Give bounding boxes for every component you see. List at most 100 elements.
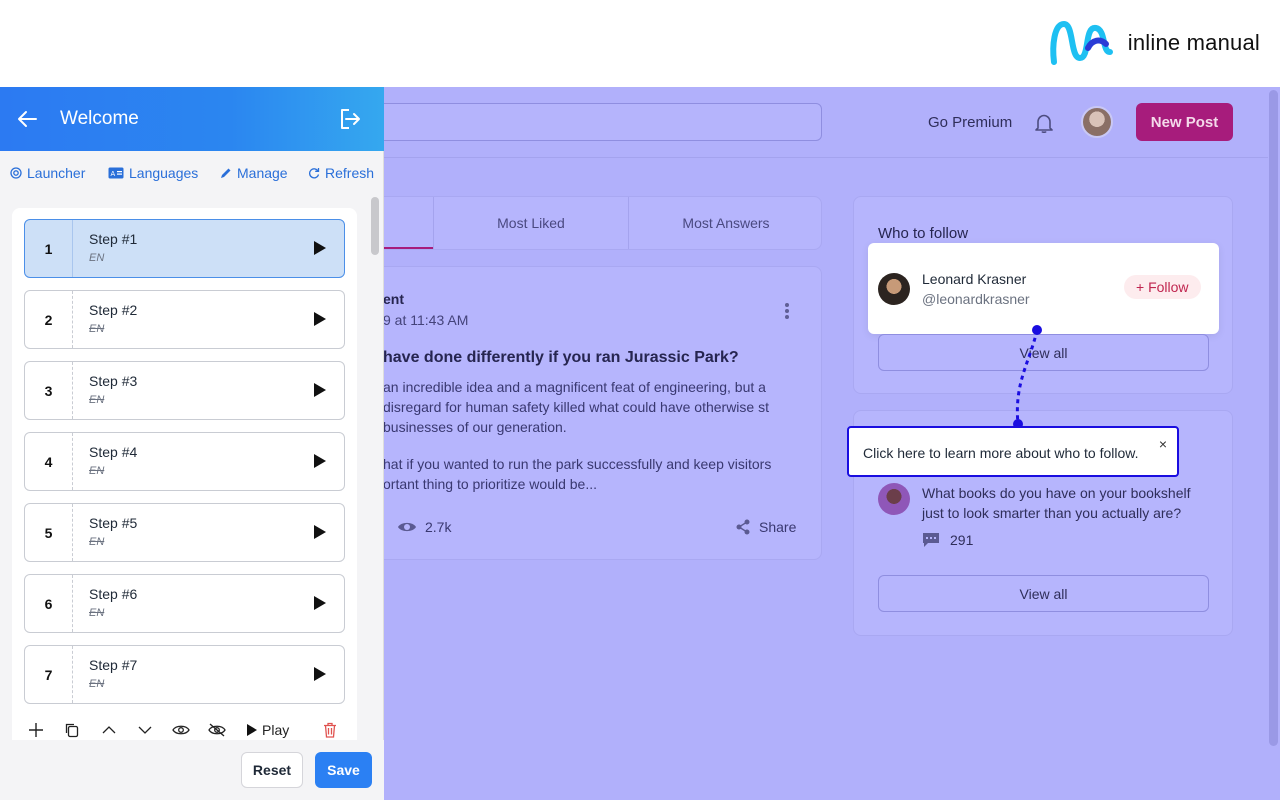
step-number: 6	[25, 575, 73, 632]
answers-value: 291	[950, 532, 974, 548]
eye-off-icon	[208, 723, 226, 737]
save-button[interactable]: Save	[315, 752, 372, 788]
step-item[interactable]: 5 Step #5 EN	[24, 503, 345, 562]
step-item[interactable]: 2 Step #2 EN	[24, 290, 345, 349]
share-label: Share	[759, 519, 797, 535]
steps-list: 1 Step #1 EN 2 Step #2 EN 3 Step #3 EN 4…	[12, 208, 357, 748]
more-options-icon[interactable]	[785, 303, 789, 321]
post-date: 9 at 11:43 AM	[383, 312, 469, 328]
bell-icon[interactable]	[1033, 112, 1055, 134]
step-item[interactable]: 4 Step #4 EN	[24, 432, 345, 491]
steps-scrollbar[interactable]	[371, 197, 379, 255]
play-step-button[interactable]	[312, 382, 328, 398]
follow-button[interactable]: + Follow	[1124, 275, 1201, 299]
play-icon	[314, 241, 326, 255]
tab-most-liked[interactable]: Most Liked	[433, 197, 628, 249]
play-step-button[interactable]	[312, 595, 328, 611]
go-premium-link[interactable]: Go Premium	[928, 114, 1012, 131]
exit-button[interactable]	[336, 106, 362, 132]
arrow-left-icon	[18, 111, 37, 127]
play-button[interactable]: Play	[246, 719, 289, 741]
brand-bar: inline manual	[0, 0, 1280, 87]
share-button[interactable]: Share	[735, 519, 796, 535]
question-text[interactable]: What books do you have on your bookshelf…	[922, 483, 1212, 523]
inline-manual-logo-icon	[1050, 20, 1113, 65]
refresh-icon	[309, 168, 320, 179]
add-step-button[interactable]	[28, 719, 44, 741]
eye-icon	[398, 522, 416, 532]
step-item[interactable]: 1 Step #1 EN	[24, 219, 345, 278]
logout-icon	[341, 109, 360, 129]
chevron-up-icon	[102, 726, 116, 734]
duplicate-step-button[interactable]	[64, 719, 80, 741]
step-language: EN	[89, 323, 105, 335]
suggested-user-avatar[interactable]	[878, 273, 910, 305]
step-title: Step #3	[89, 373, 138, 389]
step-language: EN	[89, 678, 105, 690]
step-number: 5	[25, 504, 73, 561]
user-avatar[interactable]	[1081, 106, 1113, 138]
tabs-bar: Most Liked Most Answers	[370, 196, 822, 250]
nav-manage[interactable]: Manage	[220, 165, 288, 181]
nav-languages[interactable]: A Languages	[108, 165, 198, 181]
tooltip-close-button[interactable]: ×	[1159, 436, 1167, 452]
step-item[interactable]: 3 Step #3 EN	[24, 361, 345, 420]
play-step-button[interactable]	[312, 311, 328, 327]
step-number: 7	[25, 646, 73, 703]
hide-step-button[interactable]	[208, 719, 226, 741]
panel-title: Welcome	[60, 108, 139, 129]
step-language: EN	[89, 252, 105, 264]
post-paragraph: hat if you wanted to run the park succes…	[383, 456, 772, 492]
delete-step-button[interactable]	[322, 719, 338, 741]
move-down-button[interactable]	[137, 719, 153, 741]
step-item[interactable]: 7 Step #7 EN	[24, 645, 345, 704]
eye-icon	[172, 725, 190, 735]
play-step-button[interactable]	[312, 453, 328, 469]
panel-nav: Launcher A Languages Manage Refresh	[0, 151, 384, 195]
post-author[interactable]: ent	[383, 291, 404, 307]
tooltip-connector	[1013, 325, 1042, 429]
play-step-button[interactable]	[312, 524, 328, 540]
nav-refresh[interactable]: Refresh	[308, 165, 374, 181]
suggested-user-name[interactable]: Leonard Krasner	[922, 271, 1026, 287]
step-item[interactable]: 6 Step #6 EN	[24, 574, 345, 633]
play-icon	[314, 454, 326, 468]
post-card: ent 9 at 11:43 AM have done differently …	[370, 266, 822, 560]
page-scrollbar[interactable]	[1269, 90, 1278, 746]
step-language: EN	[89, 607, 105, 619]
svg-text:A: A	[111, 171, 116, 178]
answers-count: 291	[922, 532, 973, 548]
step-title: Step #6	[89, 586, 138, 602]
views-count: 2.7k	[397, 519, 451, 535]
nav-manage-label: Manage	[237, 165, 288, 181]
step-number: 2	[25, 291, 73, 348]
nav-launcher[interactable]: Launcher	[10, 165, 85, 181]
post-title[interactable]: have done differently if you ran Jurassi…	[383, 349, 739, 367]
nav-refresh-label: Refresh	[325, 165, 375, 181]
play-icon	[247, 724, 257, 736]
question-author-avatar[interactable]	[878, 483, 910, 515]
step-number: 3	[25, 362, 73, 419]
new-post-button[interactable]: New Post	[1136, 103, 1233, 141]
nav-launcher-label: Launcher	[27, 165, 86, 181]
copy-icon	[65, 723, 79, 738]
play-step-button[interactable]	[312, 666, 328, 682]
highlighted-follow-suggestion: Leonard Krasner @leonardkrasner + Follow	[868, 243, 1219, 334]
play-icon	[314, 596, 326, 610]
step-language: EN	[89, 536, 105, 548]
step-language: EN	[89, 394, 105, 406]
move-up-button[interactable]	[101, 719, 117, 741]
play-step-button[interactable]	[312, 240, 328, 256]
target-icon	[10, 167, 22, 179]
search-input[interactable]	[360, 103, 822, 141]
back-button[interactable]	[16, 107, 40, 131]
view-all-questions-button[interactable]: View all	[878, 575, 1209, 612]
brand-logo: inline manual	[1048, 18, 1260, 68]
reset-button[interactable]: Reset	[241, 752, 303, 788]
show-step-button[interactable]	[172, 719, 190, 741]
tab-most-answers[interactable]: Most Answers	[628, 197, 823, 249]
step-number: 1	[25, 220, 73, 277]
share-icon	[736, 519, 750, 535]
brand-name: inline manual	[1127, 30, 1260, 55]
chevron-down-icon	[138, 726, 152, 734]
